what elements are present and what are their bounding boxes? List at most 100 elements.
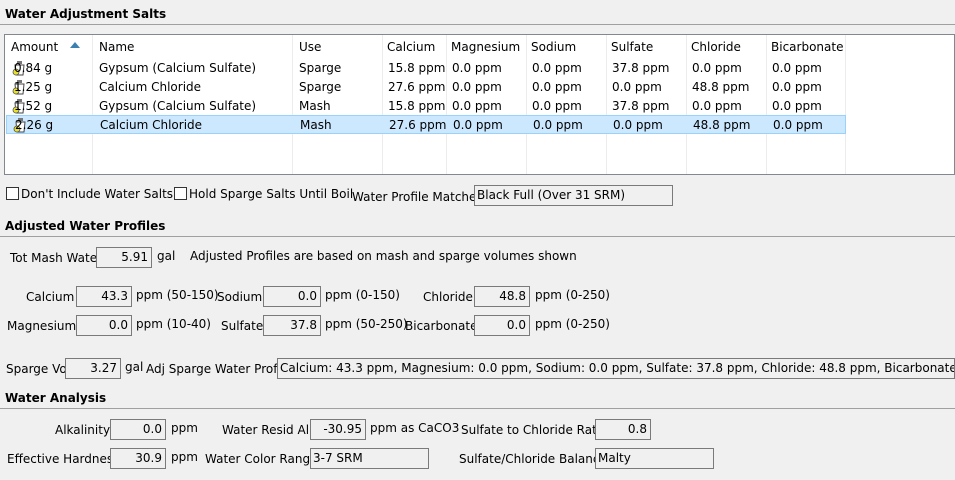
dont-include-salts-checkbox[interactable] [6, 187, 19, 200]
cell-name: Gypsum (Calcium Sulfate) [99, 61, 257, 75]
cell-sodium: 0.0 ppm [532, 61, 582, 75]
magnesium-field[interactable]: 0.0 [76, 315, 132, 336]
section-title: Water Analysis [5, 391, 107, 405]
cell-use: Sparge [299, 61, 342, 75]
tot-mash-water-field[interactable]: 5.91 [96, 247, 152, 268]
water-profile-matched-label: Water Profile Matched [352, 190, 485, 204]
cell-sodium: 0.0 ppm [533, 118, 583, 132]
water-resid-alk-unit: ppm as CaCO3 [370, 421, 460, 435]
column-header-sulfate[interactable]: Sulfate [611, 39, 653, 55]
alkalinity-field[interactable]: 0.0 [110, 419, 166, 440]
cell-calcium: 15.8 ppm [388, 61, 446, 75]
cell-amount: 1.25 g [14, 80, 53, 94]
sulfate-chloride-ratio-field[interactable]: 0.8 [595, 419, 651, 440]
cell-bicarbonate: 0.0 ppm [772, 80, 822, 94]
cell-sodium: 0.0 ppm [532, 99, 582, 113]
effective-hardness-field[interactable]: 30.9 [110, 448, 166, 469]
dont-include-salts-label: Don't Include Water Salts [21, 187, 174, 201]
sulfate-field[interactable]: 37.8 [263, 315, 321, 336]
water-resid-alk-field[interactable]: -30.95 [310, 419, 366, 440]
hold-sparge-salts-checkbox[interactable] [174, 187, 187, 200]
calcium-label: Calcium [26, 290, 75, 304]
column-header-name[interactable]: Name [99, 39, 134, 55]
cell-sulfate: 37.8 ppm [612, 61, 670, 75]
column-header-calcium[interactable]: Calcium [387, 39, 435, 55]
sulfate-chloride-balance-field[interactable]: Malty [595, 448, 714, 469]
calcium-field[interactable]: 43.3 [76, 286, 132, 307]
cell-magnesium: 0.0 ppm [452, 80, 502, 94]
section-title: Water Adjustment Salts [5, 7, 167, 21]
column-header-use[interactable]: Use [299, 39, 321, 55]
cell-chloride: 48.8 ppm [693, 118, 751, 132]
chloride-label: Chloride [423, 290, 473, 304]
cell-magnesium: 0.0 ppm [452, 61, 502, 75]
cell-sulfate: 0.0 ppm [613, 118, 663, 132]
cell-calcium: 27.6 ppm [389, 118, 447, 132]
cell-name: Calcium Chloride [99, 80, 202, 94]
cell-chloride: 48.8 ppm [692, 80, 750, 94]
adj-sparge-profile-field[interactable]: Calcium: 43.3 ppm, Magnesium: 0.0 ppm, S… [277, 358, 955, 379]
bicarbonate-unit: ppm (0-250) [535, 317, 610, 331]
bicarbonate-field[interactable]: 0.0 [474, 315, 530, 336]
column-header-bicarbonate[interactable]: Bicarbonate [771, 39, 843, 55]
sodium-label: Sodium [217, 290, 263, 304]
column-header-magnesium[interactable]: Magnesium [451, 39, 520, 55]
water-color-range-field[interactable]: 3-7 SRM [310, 448, 429, 469]
calcium-unit: ppm (50-150) [136, 288, 219, 302]
tot-mash-water-unit: gal [157, 249, 176, 263]
bicarbonate-label: Bicarbonate [405, 319, 478, 333]
cell-amount: 0.84 g [14, 61, 53, 75]
cell-sulfate: 0.0 ppm [612, 80, 662, 94]
cell-magnesium: 0.0 ppm [453, 118, 503, 132]
hold-sparge-salts-label: Hold Sparge Salts Until Boil [189, 187, 354, 201]
water-analysis-header: Water Analysis [0, 388, 955, 409]
section-title: Adjusted Water Profiles [5, 219, 166, 233]
water-resid-alk-label: Water Resid Alk [222, 423, 316, 437]
cell-bicarbonate: 0.0 ppm [772, 61, 822, 75]
effective-hardness-unit: ppm [171, 450, 198, 464]
adj-sparge-profile-label: Adj Sparge Water Profile [146, 362, 292, 376]
chloride-field[interactable]: 48.8 [474, 286, 530, 307]
cell-use: Mash [299, 99, 331, 113]
alkalinity-label: Alkalinity [55, 423, 111, 437]
cell-bicarbonate: 0.0 ppm [773, 118, 823, 132]
salts-table[interactable]: Amount Name Use Calcium Magnesium Sodium… [4, 34, 955, 175]
magnesium-unit: ppm (10-40) [136, 317, 211, 331]
sulfate-unit: ppm (50-250) [325, 317, 408, 331]
cell-sodium: 0.0 ppm [532, 80, 582, 94]
table-row[interactable]: 1.25 g Calcium Chloride Sparge 27.6 ppm … [6, 78, 846, 97]
alkalinity-unit: ppm [171, 421, 198, 435]
adjusted-water-profiles-header: Adjusted Water Profiles [0, 216, 955, 237]
cell-amount: 2.26 g [15, 118, 54, 132]
sodium-unit: ppm (0-150) [325, 288, 400, 302]
table-row-selected[interactable]: 2.26 g Calcium Chloride Mash 27.6 ppm 0.… [6, 115, 846, 134]
water-adjustment-salts-header: Water Adjustment Salts [0, 4, 955, 25]
cell-chloride: 0.0 ppm [692, 99, 742, 113]
cell-amount: 1.52 g [14, 99, 53, 113]
table-row[interactable]: 0.84 g Gypsum (Calcium Sulfate) Sparge 1… [6, 59, 846, 78]
cell-calcium: 27.6 ppm [388, 80, 446, 94]
sort-ascending-icon[interactable] [70, 42, 80, 48]
water-profile-matched-field[interactable]: Black Full (Over 31 SRM) [474, 185, 673, 206]
sparge-vol-label: Sparge Vol [6, 362, 71, 376]
cell-bicarbonate: 0.0 ppm [772, 99, 822, 113]
cell-calcium: 15.8 ppm [388, 99, 446, 113]
cell-use: Mash [300, 118, 332, 132]
chloride-unit: ppm (0-250) [535, 288, 610, 302]
cell-name: Gypsum (Calcium Sulfate) [99, 99, 257, 113]
effective-hardness-label: Effective Hardness [7, 452, 120, 466]
cell-sulfate: 37.8 ppm [612, 99, 670, 113]
tot-mash-water-label: Tot Mash Water [10, 251, 103, 265]
adjusted-profiles-note: Adjusted Profiles are based on mash and … [190, 249, 577, 263]
sodium-field[interactable]: 0.0 [263, 286, 321, 307]
column-header-amount[interactable]: Amount [11, 39, 58, 55]
sparge-vol-unit: gal [125, 360, 144, 374]
cell-name: Calcium Chloride [100, 118, 203, 132]
table-row[interactable]: 1.52 g Gypsum (Calcium Sulfate) Mash 15.… [6, 97, 846, 116]
water-color-range-label: Water Color Range [205, 452, 318, 466]
sulfate-chloride-balance-label: Sulfate/Chloride Balance [459, 452, 607, 466]
cell-chloride: 0.0 ppm [692, 61, 742, 75]
sparge-vol-field[interactable]: 3.27 [65, 358, 121, 379]
column-header-chloride[interactable]: Chloride [691, 39, 741, 55]
column-header-sodium[interactable]: Sodium [531, 39, 576, 55]
